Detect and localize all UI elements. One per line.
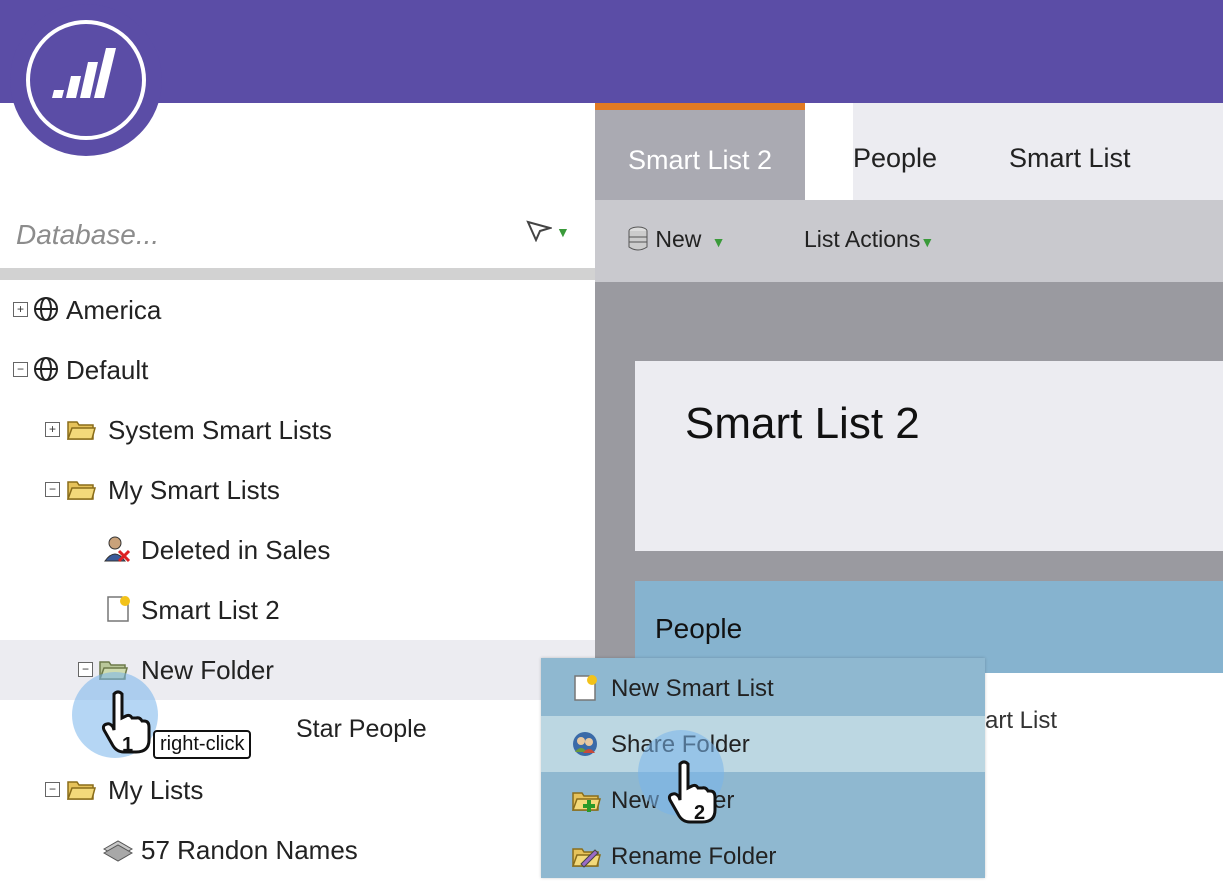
menu-item-new-smart-list[interactable]: New Smart List	[541, 660, 985, 716]
toolbar: New ▼ List Actions▼	[595, 200, 1223, 282]
hand-cursor-icon	[667, 760, 717, 824]
menu-item-label: New Smart List	[611, 675, 774, 702]
database-search-input[interactable]	[14, 216, 498, 254]
tree-item-smart-list-2[interactable]: Smart List 2	[0, 580, 595, 640]
tree-item-label: My Lists	[108, 775, 204, 805]
static-list-icon	[102, 835, 134, 863]
tree-item-label: 57 Randon Names	[141, 835, 358, 865]
collapse-icon[interactable]: −	[45, 482, 60, 497]
chevron-down-icon: ▼	[707, 234, 726, 250]
tab-bar: Smart List 2 People Smart List	[595, 103, 1223, 200]
tree-item-label: Smart List 2	[141, 595, 280, 625]
marketo-logo-icon[interactable]	[10, 4, 162, 156]
menu-item-rename-folder[interactable]: Rename Folder	[541, 828, 985, 884]
tree-item-label: Default	[66, 355, 149, 385]
tree-item-57-randon-names[interactable]: 57 Randon Names	[0, 820, 595, 880]
smart-list-title-card: Smart List 2	[635, 361, 1223, 551]
chevron-down-icon: ▼	[556, 224, 570, 240]
folder-context-menu: New Smart List Share Folder New er Rename…	[541, 658, 985, 878]
user-deleted-icon	[102, 535, 131, 563]
people-panel-title: People	[655, 613, 743, 644]
new-button[interactable]: New ▼	[627, 226, 726, 253]
search-divider	[0, 268, 595, 280]
tree-item-my-lists[interactable]: − My Lists	[0, 760, 595, 820]
logo-bars-icon	[52, 48, 116, 98]
database-icon	[627, 226, 655, 252]
new-button-label: New	[655, 226, 702, 252]
list-actions-label: List Actions	[804, 226, 921, 252]
expand-icon[interactable]: +	[13, 302, 28, 317]
globe-icon	[32, 295, 60, 323]
top-header-bar	[0, 0, 1223, 103]
tree-item-deleted-in-sales[interactable]: Deleted in Sales	[0, 520, 595, 580]
folder-icon	[66, 415, 96, 443]
tree-item-america[interactable]: + America	[0, 280, 595, 340]
share-folder-icon	[571, 730, 601, 760]
tree-item-label: System Smart Lists	[108, 415, 332, 445]
smart-list-icon	[104, 595, 132, 623]
tree-item-label: Star People	[296, 715, 427, 743]
tab-smart-list[interactable]: Smart List	[1009, 103, 1131, 200]
filter-funnel-icon	[526, 220, 554, 248]
people-panel-text: art List	[985, 707, 1058, 734]
tree-item-label: America	[66, 295, 162, 325]
tree-item-label: My Smart Lists	[108, 475, 280, 505]
step-2-number: 2	[694, 802, 706, 824]
expand-icon[interactable]: +	[45, 422, 60, 437]
globe-icon	[32, 355, 60, 383]
tab-smart-list-2[interactable]: Smart List 2	[595, 103, 805, 200]
rename-folder-icon	[571, 842, 601, 872]
collapse-icon[interactable]: −	[78, 662, 93, 677]
right-click-label: right-click	[153, 730, 252, 759]
tree-item-my-smart-lists[interactable]: − My Smart Lists	[0, 460, 595, 520]
chevron-down-icon: ▼	[920, 234, 935, 250]
collapse-icon[interactable]: −	[13, 362, 28, 377]
tree-item-system-smart-lists[interactable]: + System Smart Lists	[0, 400, 595, 460]
new-folder-icon	[571, 786, 601, 816]
menu-item-share-folder[interactable]: Share Folder	[541, 716, 985, 772]
collapse-icon[interactable]: −	[45, 782, 60, 797]
page-title: Smart List 2	[685, 399, 920, 448]
folder-icon	[66, 775, 96, 803]
smart-list-icon	[571, 674, 601, 704]
tree-item-label: New Folder	[141, 655, 274, 685]
tab-people[interactable]: People	[853, 103, 937, 200]
menu-item-new-folder[interactable]: New er	[541, 772, 985, 828]
filter-dropdown-button[interactable]: ▼	[526, 218, 582, 250]
folder-icon	[66, 475, 96, 503]
list-actions-button[interactable]: List Actions▼	[804, 226, 934, 253]
step-1-number: 1	[122, 734, 134, 756]
database-search-row: ▼	[0, 200, 595, 268]
tree-item-default[interactable]: − Default	[0, 340, 595, 400]
tree-item-label: Deleted in Sales	[141, 535, 331, 565]
menu-item-label: Rename Folder	[611, 843, 777, 870]
